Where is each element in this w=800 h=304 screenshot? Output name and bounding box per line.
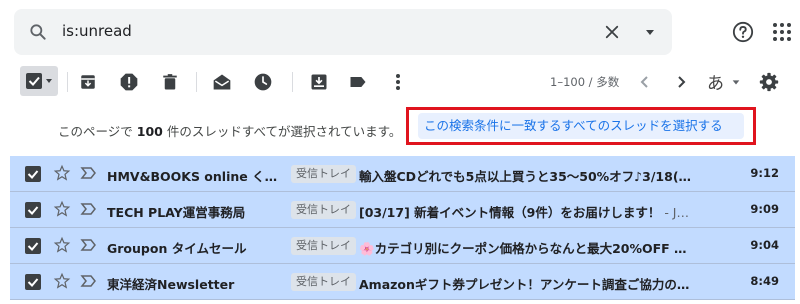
search-input[interactable]: is:unread [62,22,132,40]
select-all-checkbox[interactable] [20,66,58,96]
help-icon[interactable] [731,20,755,44]
next-page-icon[interactable] [669,70,693,94]
star-icon[interactable] [52,271,72,291]
action-toolbar: 1–100 / 多数 あ [0,62,800,102]
snooze-icon[interactable] [251,70,275,94]
sender-name: HMV&BOOKS online く… [107,169,278,184]
delete-icon[interactable] [158,70,182,94]
sender-name: Groupon タイムセール [107,241,247,256]
inbox-label[interactable]: 受信トレイ [291,165,356,183]
importance-marker-icon[interactable] [80,201,98,217]
star-icon[interactable] [52,163,72,183]
importance-marker-icon[interactable] [80,273,98,289]
email-subject: 輸入盤CDどれでも5点以上買うと35～50%オフ♪3/18(… [359,169,692,184]
sender-name: TECH PLAY運営事務局 [107,205,246,220]
inbox-label[interactable]: 受信トレイ [291,273,356,291]
email-row[interactable]: Groupon タイムセール 受信トレイ 🌸カテゴリ別にクーポン価格からなんと最… [10,228,795,264]
mark-read-icon[interactable] [210,70,234,94]
search-options-icon[interactable] [638,20,662,44]
page-count[interactable]: 1–100 / 多数 [550,74,619,90]
label-icon[interactable] [346,70,370,94]
inbox-label[interactable]: 受信トレイ [291,201,356,219]
top-bar: is:unread [0,0,800,58]
row-checkbox[interactable] [25,238,41,254]
report-spam-icon[interactable] [117,70,141,94]
email-row[interactable]: 東洋経済Newsletter 受信トレイ Amazonギフト券プレゼント！アンケ… [10,264,795,300]
star-icon[interactable] [52,235,72,255]
email-row[interactable]: HMV&BOOKS online く… 受信トレイ 輸入盤CDどれでも5点以上買… [10,156,795,192]
importance-marker-icon[interactable] [80,165,98,181]
search-icon[interactable] [26,20,50,44]
email-time: 9:12 [750,166,779,180]
star-icon[interactable] [52,199,72,219]
importance-marker-icon[interactable] [80,237,98,253]
more-icon[interactable] [386,70,410,94]
apps-icon[interactable] [770,20,794,44]
toolbar-divider [67,72,68,92]
archive-icon[interactable] [76,70,100,94]
selected-count: 100 [136,124,163,139]
clear-search-icon[interactable] [600,20,624,44]
email-row[interactable]: TECH PLAY運営事務局 受信トレイ [03/17] 新着イベント情報（9件… [10,192,795,228]
email-time: 9:04 [750,238,779,252]
sender-name: 東洋経済Newsletter [107,277,235,292]
search-box[interactable]: is:unread [14,9,672,55]
selection-message: このページで 100 件のスレッドすべてが選択されています。 [58,124,402,139]
toolbar-divider [196,72,197,92]
email-subject: Amazonギフト券プレゼント！アンケート調査ご協力の… [359,277,690,292]
input-tools-dropdown-icon[interactable] [724,70,748,94]
input-tools-button[interactable]: あ [707,69,724,94]
settings-icon[interactable] [757,70,781,94]
toolbar-divider [292,72,293,92]
row-checkbox[interactable] [25,166,41,182]
email-subject: [03/17] 新着イベント情報（9件）をお届けします！ - J… [359,205,689,220]
email-list: HMV&BOOKS online く… 受信トレイ 輸入盤CDどれでも5点以上買… [10,156,795,300]
row-checkbox[interactable] [25,202,41,218]
select-all-matching-link[interactable]: この検索条件に一致するすべてのスレッドを選択する [418,113,744,139]
email-time: 8:49 [750,274,779,288]
prev-page-icon[interactable] [633,70,657,94]
inbox-label[interactable]: 受信トレイ [291,237,356,255]
email-subject: 🌸カテゴリ別にクーポン価格からなんと最大20%OFF … [359,241,687,256]
row-checkbox[interactable] [25,274,41,290]
move-to-inbox-icon[interactable] [307,70,331,94]
email-time: 9:09 [750,202,779,216]
